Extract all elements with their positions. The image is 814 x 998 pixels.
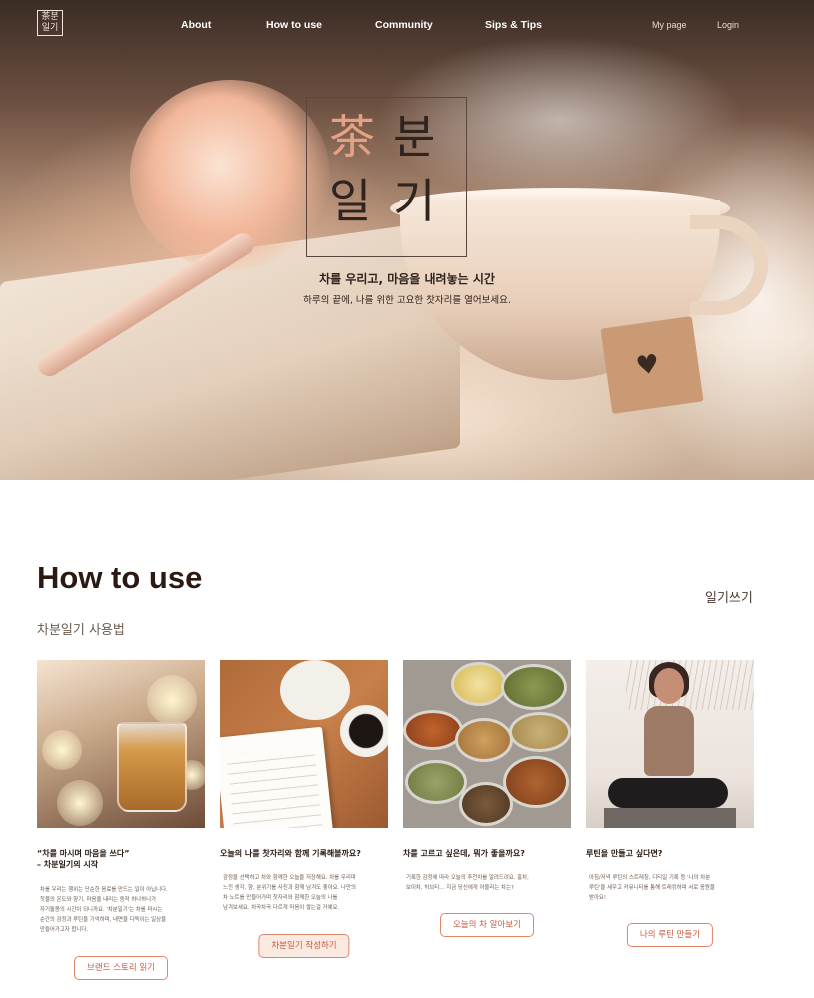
how-to-card-write-diary: 오늘의 나를 찻자리와 함께 기록해볼까요? 감정을 선택하고 차와 함께한 오… [220,660,388,958]
heart-icon: ♥ [634,349,662,383]
card-desc-line: 받아요! [589,895,607,901]
hero-subline: 하루의 끝에, 나를 위한 고요한 찻자리를 열어보세요. [303,295,511,306]
card-desc-line: 보이차, 허브티… 지금 당신에게 어울리는 차는? [406,885,514,891]
logo-line: 茶분 [41,12,59,22]
card-heading-line: 루틴을 만들고 싶다면? [586,849,663,858]
card-heading-line: – 차분일기의 시작 [37,860,99,869]
nav-link-about[interactable]: About [181,19,211,31]
card-heading-line: “차를 마시며 마음을 쓰다” [37,849,130,858]
how-to-card-tea-recommend: 차를 고르고 싶은데, 뭐가 좋을까요? 기록한 감정에 따라 오늘의 추천차를… [403,660,571,937]
brand-char: 일 [329,174,372,228]
hero-tea-tag: ♥ [600,316,704,414]
card-desc-line: 찻물의 온도와 향기, 마음을 내리는 동작 하나하나가 [40,897,157,903]
card-heading: 오늘의 나를 찻자리와 함께 기록해볼까요? [220,848,388,859]
card-heading: 루틴을 만들고 싶다면? [586,848,754,859]
site-logo[interactable]: 茶분 일기 [37,10,63,36]
how-to-card-brand-story: “차를 마시며 마음을 쓰다” – 차분일기의 시작 차를 우리는 행위는 단순… [37,660,205,980]
my-routine-button[interactable]: 나의 루틴 만들기 [626,923,714,947]
brand-story-button[interactable]: 브랜드 스토리 읽기 [74,956,168,980]
carousel-indicator[interactable] [376,470,397,480]
section-subtitle: 차분일기 사용법 [37,623,125,638]
card-description: 아침/저녁 루틴의 스트레칭, 디티일 기록 등 '나의 차분 루틴'을 세우고… [586,873,754,903]
card-desc-line: 느낀 생각, 향, 분위기를 사진과 함께 남겨도 좋아요. 나만의 [223,885,356,891]
write-diary-button[interactable]: 차분일기 작성하기 [258,934,350,958]
card-heading-line: 오늘의 나를 찻자리와 함께 기록해볼까요? [220,849,361,858]
card-description: 감정을 선택하고 차와 함께한 오늘을 저장해요. 차를 우리며 느낀 생각, … [220,873,388,913]
card-heading: “차를 마시며 마음을 쓰다” – 차분일기의 시작 [37,848,205,870]
nav-link-community[interactable]: Community [375,19,433,31]
card-heading-line: 차를 고르고 싶은데, 뭐가 좋을까요? [403,849,525,858]
top-navigation: 茶분 일기 About How to use Community Sips & … [0,0,814,52]
brand-char: 茶 [329,110,375,164]
brand-char: 분 [393,110,436,164]
card-desc-line: 아침/저녁 루틴의 스트레칭, 디티일 기록 등 '나의 차분 [589,875,711,881]
login-link[interactable]: Login [717,20,739,30]
brand-char: 기 [393,174,436,228]
write-diary-link[interactable]: 일기쓰기 [705,587,753,606]
card-heading: 차를 고르고 싶은데, 뭐가 좋을까요? [403,848,571,859]
hero-cup-handle [690,215,768,315]
nav-link-how-to-use[interactable]: How to use [266,19,322,31]
card-desc-line: 감정을 선택하고 차와 함께한 오늘을 저장해요. 차를 우리며 [223,875,356,881]
card-desc-line: 순간의 감정과 루틴을 기억하며, 내면을 다독이는 일상을 [40,917,167,923]
card-description: 기록한 감정에 따라 오늘의 추천차를 알려드려요. 홍차, 보이차, 허브티…… [403,873,571,893]
card-desc-line: 차 노트를 만들어가며 찻자리와 함께한 오늘의 나를 [223,895,338,901]
logo-line: 일기 [41,23,59,33]
nav-link-sips-tips[interactable]: Sips & Tips [485,19,542,31]
card-image-tea-leaves [403,660,571,828]
card-description: 차를 우리는 행위는 단순한 음료를 만드는 일이 아닙니다. 찻물의 온도와 … [37,885,205,935]
card-desc-line: 만들어가고자 합니다. [40,927,89,933]
card-desc-line: 기록한 감정에 따라 오늘의 추천차를 알려드려요. 홍차, [406,875,529,881]
section-title: How to use [37,560,203,595]
card-image-yoga-woman [586,660,754,828]
hero-brand-logo: 茶 분 일 기 [306,97,467,257]
card-desc-line: 루틴'을 세우고 커뮤니티를 통해 트래킹하며 서로 응원을 [589,885,715,891]
card-desc-line: 자기돌봄의 시간이 되니까요. '차분일기'는 차를 마시는 [40,907,163,913]
hero-tagline: 차를 우리고, 마음을 내려놓는 시간 [319,272,495,286]
my-page-link[interactable]: My page [652,20,687,30]
card-image-notebook [220,660,388,828]
today-tea-button[interactable]: 오늘의 차 알아보기 [440,913,534,937]
card-desc-line: 남겨보세요. 차곡차곡 다르게 마음이 쌓는걸 거예요. [223,905,340,911]
hero-banner: ♥ 茶 분 일 기 차를 우리고, 마음을 내려놓는 시간 하루의 끝에, 나를… [0,0,814,480]
card-image-tea-glass [37,660,205,828]
how-to-card-routine: 루틴을 만들고 싶다면? 아침/저녁 루틴의 스트레칭, 디티일 기록 등 '나… [586,660,754,947]
card-desc-line: 차를 우리는 행위는 단순한 음료를 만드는 일이 아닙니다. [40,887,168,893]
